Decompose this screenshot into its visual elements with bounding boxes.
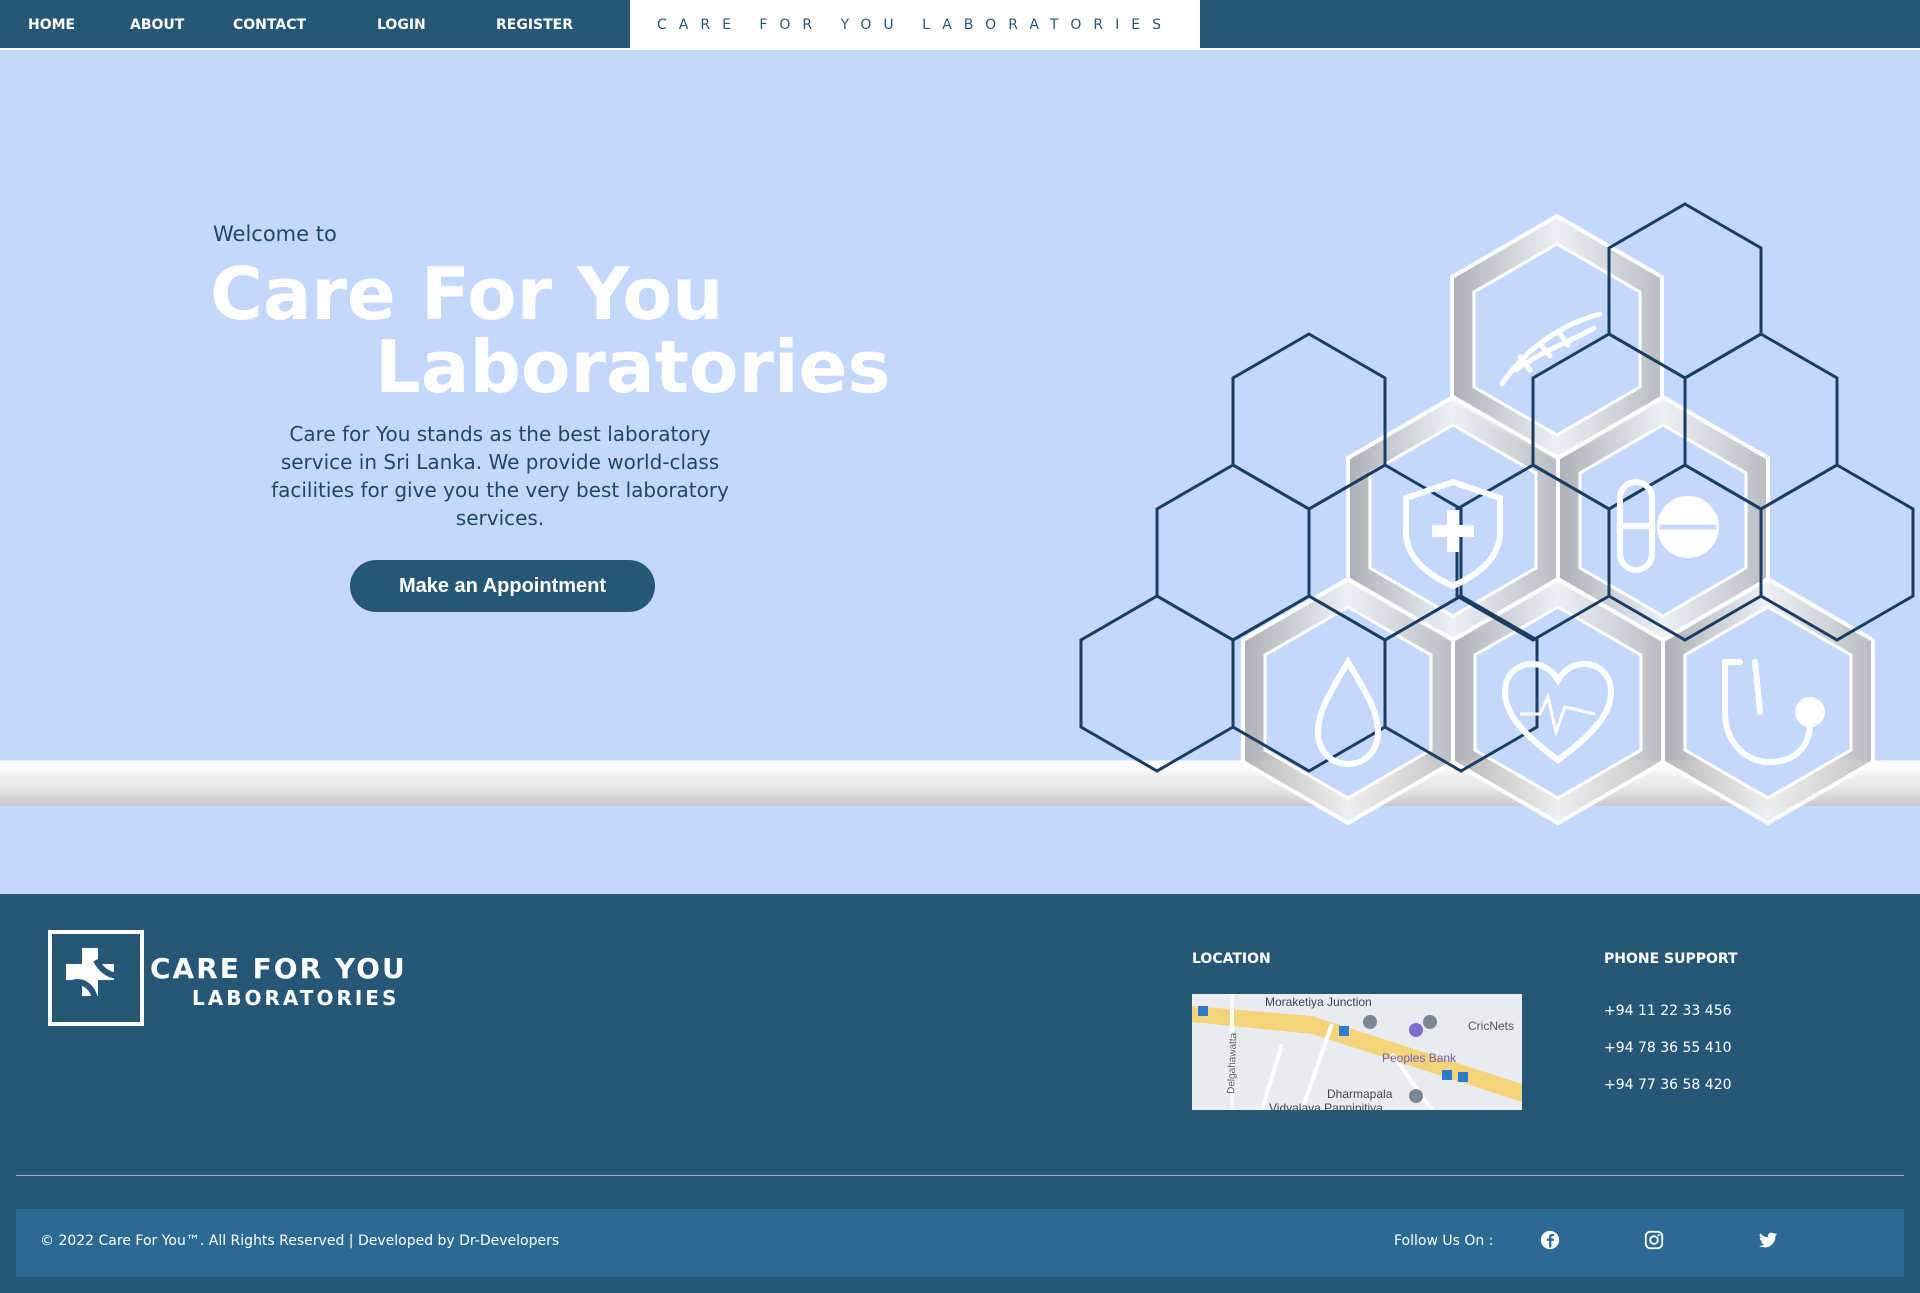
top-nav: HOME ABOUT CONTACT LOGIN REGISTER CARE F… <box>0 0 1920 50</box>
hero-title-line1: Care For You <box>210 252 724 336</box>
phone-number[interactable]: +94 77 36 58 420 <box>1604 1077 1732 1093</box>
nav-register[interactable]: REGISTER <box>496 0 573 50</box>
footer: CARE FOR YOU LABORATORIES LOCATION Morak… <box>0 894 1920 1293</box>
hero-section: Welcome to Care For You Laboratories Car… <box>0 52 1920 894</box>
phone-support-heading: PHONE SUPPORT <box>1604 951 1738 967</box>
footer-bottom-bar: © 2022 Care For You™. All Rights Reserve… <box>16 1209 1904 1277</box>
copyright-text: © 2022 Care For You™. All Rights Reserve… <box>40 1233 560 1249</box>
map-label: Moraketiya Junction <box>1265 995 1372 1009</box>
map-label: CricNets <box>1468 1019 1514 1033</box>
instagram-icon[interactable] <box>1643 1229 1665 1251</box>
nav-contact[interactable]: CONTACT <box>233 0 306 50</box>
logo-line2: LABORATORIES <box>192 986 400 1010</box>
hero-welcome: Welcome to <box>213 222 337 246</box>
footer-divider <box>16 1175 1904 1176</box>
map-label: Dharmapala <box>1327 1087 1393 1101</box>
hero-title-line2: Laboratories <box>375 325 891 409</box>
logo-icon[interactable] <box>48 930 144 1026</box>
twitter-icon[interactable] <box>1757 1229 1779 1251</box>
phone-number[interactable]: +94 11 22 33 456 <box>1604 1003 1732 1019</box>
hero-description: Care for You stands as the best laborato… <box>271 422 729 530</box>
nav-about[interactable]: ABOUT <box>130 0 184 50</box>
map-label: Delgahawatta <box>1226 1032 1239 1094</box>
map-label: Vidyalaya Pannipitiya <box>1269 1101 1383 1110</box>
phone-number[interactable]: +94 78 36 55 410 <box>1604 1040 1732 1056</box>
nav-home[interactable]: HOME <box>28 0 75 50</box>
location-heading: LOCATION <box>1192 951 1271 967</box>
follow-label: Follow Us On : <box>1394 1233 1494 1249</box>
map-label: Peoples Bank <box>1382 1051 1457 1065</box>
nav-login[interactable]: LOGIN <box>377 0 426 50</box>
make-appointment-button[interactable]: Make an Appointment <box>350 560 655 612</box>
facebook-icon[interactable] <box>1539 1229 1561 1251</box>
location-map[interactable]: Moraketiya Junction CricNets Peoples Ban… <box>1192 994 1522 1110</box>
nav-brand[interactable]: CARE FOR YOU LABORATORIES <box>630 0 1200 50</box>
logo-line1: CARE FOR YOU <box>150 952 407 985</box>
